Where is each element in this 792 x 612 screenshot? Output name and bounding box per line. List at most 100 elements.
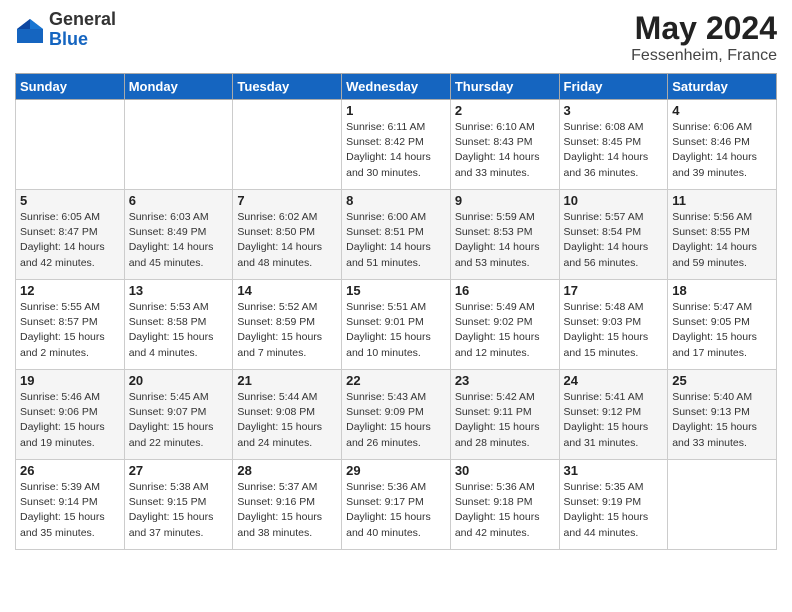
day-number: 14 <box>237 283 337 298</box>
calendar-week-4: 19Sunrise: 5:46 AM Sunset: 9:06 PM Dayli… <box>16 370 777 460</box>
day-number: 6 <box>129 193 229 208</box>
calendar-cell: 1 Sunrise: 6:11 AM Sunset: 8:42 PM Daylig… <box>342 100 451 190</box>
day-info: Sunrise: 5:44 AM Sunset: 9:08 PM Dayligh… <box>237 390 337 451</box>
calendar-cell: 11 Sunrise: 5:56 AM Sunset: 8:55 PM Dayli… <box>668 190 777 280</box>
day-number: 21 <box>237 373 337 388</box>
day-number: 29 <box>346 463 446 478</box>
day-number: 20 <box>129 373 229 388</box>
day-number: 1 <box>346 103 446 118</box>
day-number: 31 <box>564 463 664 478</box>
day-header-tuesday: Tuesday <box>233 74 342 100</box>
day-header-monday: Monday <box>124 74 233 100</box>
day-info: Sunrise: 5:55 AM Sunset: 8:57 PM Dayligh… <box>20 300 120 361</box>
day-number: 7 <box>237 193 337 208</box>
day-info: Sunrise: 5:42 AM Sunset: 9:11 PM Dayligh… <box>455 390 555 451</box>
day-info: Sunrise: 5:51 AM Sunset: 9:01 PM Dayligh… <box>346 300 446 361</box>
day-number: 27 <box>129 463 229 478</box>
day-info: Sunrise: 5:52 AM Sunset: 8:59 PM Dayligh… <box>237 300 337 361</box>
calendar-cell <box>668 460 777 550</box>
calendar-cell: 24 Sunrise: 5:41 AM Sunset: 9:12 PM Dayli… <box>559 370 668 460</box>
day-info: Sunrise: 6:03 AM Sunset: 8:49 PM Dayligh… <box>129 210 229 271</box>
day-number: 19 <box>20 373 120 388</box>
logo-icon <box>15 15 45 45</box>
month-year: May 2024 <box>631 10 777 47</box>
calendar-cell: 28 Sunrise: 5:37 AM Sunset: 9:16 PM Dayli… <box>233 460 342 550</box>
day-info: Sunrise: 5:37 AM Sunset: 9:16 PM Dayligh… <box>237 480 337 541</box>
calendar-cell: 21 Sunrise: 5:44 AM Sunset: 9:08 PM Dayli… <box>233 370 342 460</box>
calendar-cell: 2 Sunrise: 6:10 AM Sunset: 8:43 PM Daylig… <box>450 100 559 190</box>
calendar-cell: 16Sunrise: 5:49 AM Sunset: 9:02 PM Dayli… <box>450 280 559 370</box>
day-info: Sunrise: 5:57 AM Sunset: 8:54 PM Dayligh… <box>564 210 664 271</box>
calendar-week-3: 12 Sunrise: 5:55 AM Sunset: 8:57 PM Dayli… <box>16 280 777 370</box>
calendar-cell: 14 Sunrise: 5:52 AM Sunset: 8:59 PM Dayli… <box>233 280 342 370</box>
day-info: Sunrise: 5:45 AM Sunset: 9:07 PM Dayligh… <box>129 390 229 451</box>
calendar-week-1: 1 Sunrise: 6:11 AM Sunset: 8:42 PM Daylig… <box>16 100 777 190</box>
calendar-cell: 5Sunrise: 6:05 AM Sunset: 8:47 PM Daylig… <box>16 190 125 280</box>
day-number: 13 <box>129 283 229 298</box>
day-header-sunday: Sunday <box>16 74 125 100</box>
day-info: Sunrise: 5:36 AM Sunset: 9:18 PM Dayligh… <box>455 480 555 541</box>
calendar-cell: 15 Sunrise: 5:51 AM Sunset: 9:01 PM Dayli… <box>342 280 451 370</box>
logo-text: General Blue <box>49 10 116 50</box>
day-number: 23 <box>455 373 555 388</box>
day-number: 28 <box>237 463 337 478</box>
days-header-row: SundayMondayTuesdayWednesdayThursdayFrid… <box>16 74 777 100</box>
calendar-cell: 20 Sunrise: 5:45 AM Sunset: 9:07 PM Dayli… <box>124 370 233 460</box>
calendar-cell: 30Sunrise: 5:36 AM Sunset: 9:18 PM Dayli… <box>450 460 559 550</box>
day-info: Sunrise: 6:02 AM Sunset: 8:50 PM Dayligh… <box>237 210 337 271</box>
calendar-cell: 19Sunrise: 5:46 AM Sunset: 9:06 PM Dayli… <box>16 370 125 460</box>
day-number: 11 <box>672 193 772 208</box>
day-info: Sunrise: 6:08 AM Sunset: 8:45 PM Dayligh… <box>564 120 664 181</box>
day-info: Sunrise: 5:48 AM Sunset: 9:03 PM Dayligh… <box>564 300 664 361</box>
day-number: 12 <box>20 283 120 298</box>
calendar-cell: 17Sunrise: 5:48 AM Sunset: 9:03 PM Dayli… <box>559 280 668 370</box>
day-number: 4 <box>672 103 772 118</box>
day-info: Sunrise: 5:38 AM Sunset: 9:15 PM Dayligh… <box>129 480 229 541</box>
calendar-cell <box>233 100 342 190</box>
day-number: 26 <box>20 463 120 478</box>
day-info: Sunrise: 6:11 AM Sunset: 8:42 PM Dayligh… <box>346 120 446 181</box>
calendar-cell: 13 Sunrise: 5:53 AM Sunset: 8:58 PM Dayli… <box>124 280 233 370</box>
day-number: 3 <box>564 103 664 118</box>
day-header-wednesday: Wednesday <box>342 74 451 100</box>
calendar-cell: 18Sunrise: 5:47 AM Sunset: 9:05 PM Dayli… <box>668 280 777 370</box>
day-info: Sunrise: 6:10 AM Sunset: 8:43 PM Dayligh… <box>455 120 555 181</box>
day-info: Sunrise: 5:35 AM Sunset: 9:19 PM Dayligh… <box>564 480 664 541</box>
day-info: Sunrise: 5:36 AM Sunset: 9:17 PM Dayligh… <box>346 480 446 541</box>
calendar-cell: 26 Sunrise: 5:39 AM Sunset: 9:14 PM Dayli… <box>16 460 125 550</box>
day-number: 24 <box>564 373 664 388</box>
calendar-cell: 29 Sunrise: 5:36 AM Sunset: 9:17 PM Dayli… <box>342 460 451 550</box>
location: Fessenheim, France <box>631 47 777 65</box>
calendar-cell: 10 Sunrise: 5:57 AM Sunset: 8:54 PM Dayli… <box>559 190 668 280</box>
calendar-cell: 9 Sunrise: 5:59 AM Sunset: 8:53 PM Daylig… <box>450 190 559 280</box>
calendar-cell: 3 Sunrise: 6:08 AM Sunset: 8:45 PM Daylig… <box>559 100 668 190</box>
calendar-cell: 6 Sunrise: 6:03 AM Sunset: 8:49 PM Daylig… <box>124 190 233 280</box>
logo-blue-text: Blue <box>49 30 116 50</box>
day-header-thursday: Thursday <box>450 74 559 100</box>
calendar-cell: 22Sunrise: 5:43 AM Sunset: 9:09 PM Dayli… <box>342 370 451 460</box>
page-header: General Blue May 2024 Fessenheim, France <box>15 10 777 65</box>
day-info: Sunrise: 6:06 AM Sunset: 8:46 PM Dayligh… <box>672 120 772 181</box>
calendar-week-5: 26 Sunrise: 5:39 AM Sunset: 9:14 PM Dayli… <box>16 460 777 550</box>
logo: General Blue <box>15 10 116 50</box>
day-number: 5 <box>20 193 120 208</box>
day-number: 8 <box>346 193 446 208</box>
title-block: May 2024 Fessenheim, France <box>631 10 777 65</box>
day-info: Sunrise: 5:39 AM Sunset: 9:14 PM Dayligh… <box>20 480 120 541</box>
logo-general: General <box>49 10 116 30</box>
day-info: Sunrise: 5:59 AM Sunset: 8:53 PM Dayligh… <box>455 210 555 271</box>
day-header-saturday: Saturday <box>668 74 777 100</box>
day-header-friday: Friday <box>559 74 668 100</box>
day-number: 9 <box>455 193 555 208</box>
day-info: Sunrise: 5:41 AM Sunset: 9:12 PM Dayligh… <box>564 390 664 451</box>
day-number: 18 <box>672 283 772 298</box>
calendar-cell: 31 Sunrise: 5:35 AM Sunset: 9:19 PM Dayli… <box>559 460 668 550</box>
day-info: Sunrise: 5:53 AM Sunset: 8:58 PM Dayligh… <box>129 300 229 361</box>
calendar-cell: 7 Sunrise: 6:02 AM Sunset: 8:50 PM Daylig… <box>233 190 342 280</box>
day-number: 15 <box>346 283 446 298</box>
day-info: Sunrise: 5:40 AM Sunset: 9:13 PM Dayligh… <box>672 390 772 451</box>
day-info: Sunrise: 5:56 AM Sunset: 8:55 PM Dayligh… <box>672 210 772 271</box>
day-number: 16 <box>455 283 555 298</box>
day-number: 10 <box>564 193 664 208</box>
day-number: 2 <box>455 103 555 118</box>
